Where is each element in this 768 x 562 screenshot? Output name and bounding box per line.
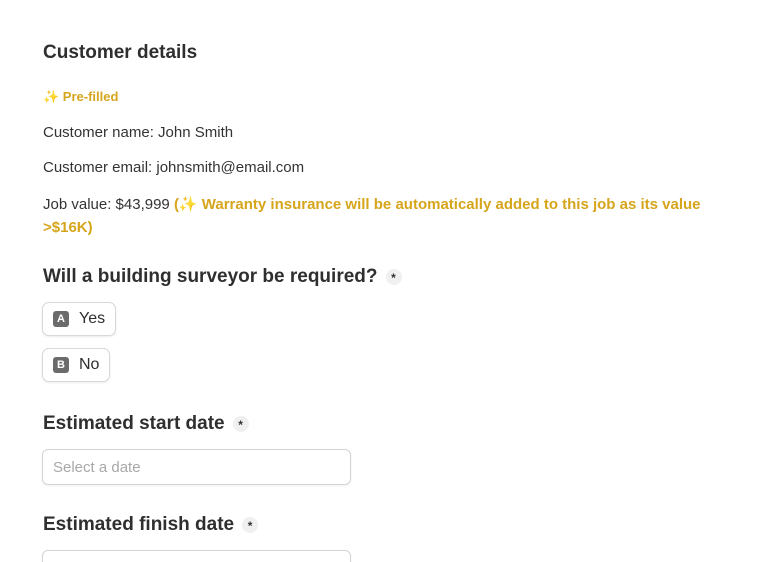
start-date-label: Estimated start date * [43,413,249,435]
job-value-amount: Job value: $43,999 [43,196,174,213]
prefilled-badge: ✨ Pre-filled [43,89,119,104]
customer-name-text: Customer name: John Smith [43,124,234,141]
finish-date-label: Estimated finish date * [43,514,259,536]
start-date-label-text: Estimated start date [43,413,225,434]
choice-yes-label: Yes [79,310,106,327]
finish-date-input[interactable] [42,550,351,562]
job-value-text: Job value: $43,999 (✨ Warranty insurance… [43,193,723,239]
form-page: Customer details ✨ Pre-filled Customer n… [0,0,768,562]
choice-no-button[interactable]: B No [42,348,111,382]
choice-key-b: B [53,357,69,373]
customer-email-text: Customer email: johnsmith@email.com [43,159,305,176]
choice-key-a: A [53,311,69,327]
start-date-input[interactable] [42,449,351,485]
required-indicator: * [232,416,249,432]
finish-date-label-text: Estimated finish date [43,514,235,535]
choice-no-label: No [79,356,100,373]
customer-details-title: Customer details [43,42,198,63]
required-indicator: * [385,269,402,285]
required-indicator: * [242,517,259,533]
surveyor-question-text: Will a building surveyor be required? [43,266,378,287]
choice-yes-button[interactable]: A Yes [42,302,117,336]
surveyor-question-label: Will a building surveyor be required? * [43,266,402,288]
